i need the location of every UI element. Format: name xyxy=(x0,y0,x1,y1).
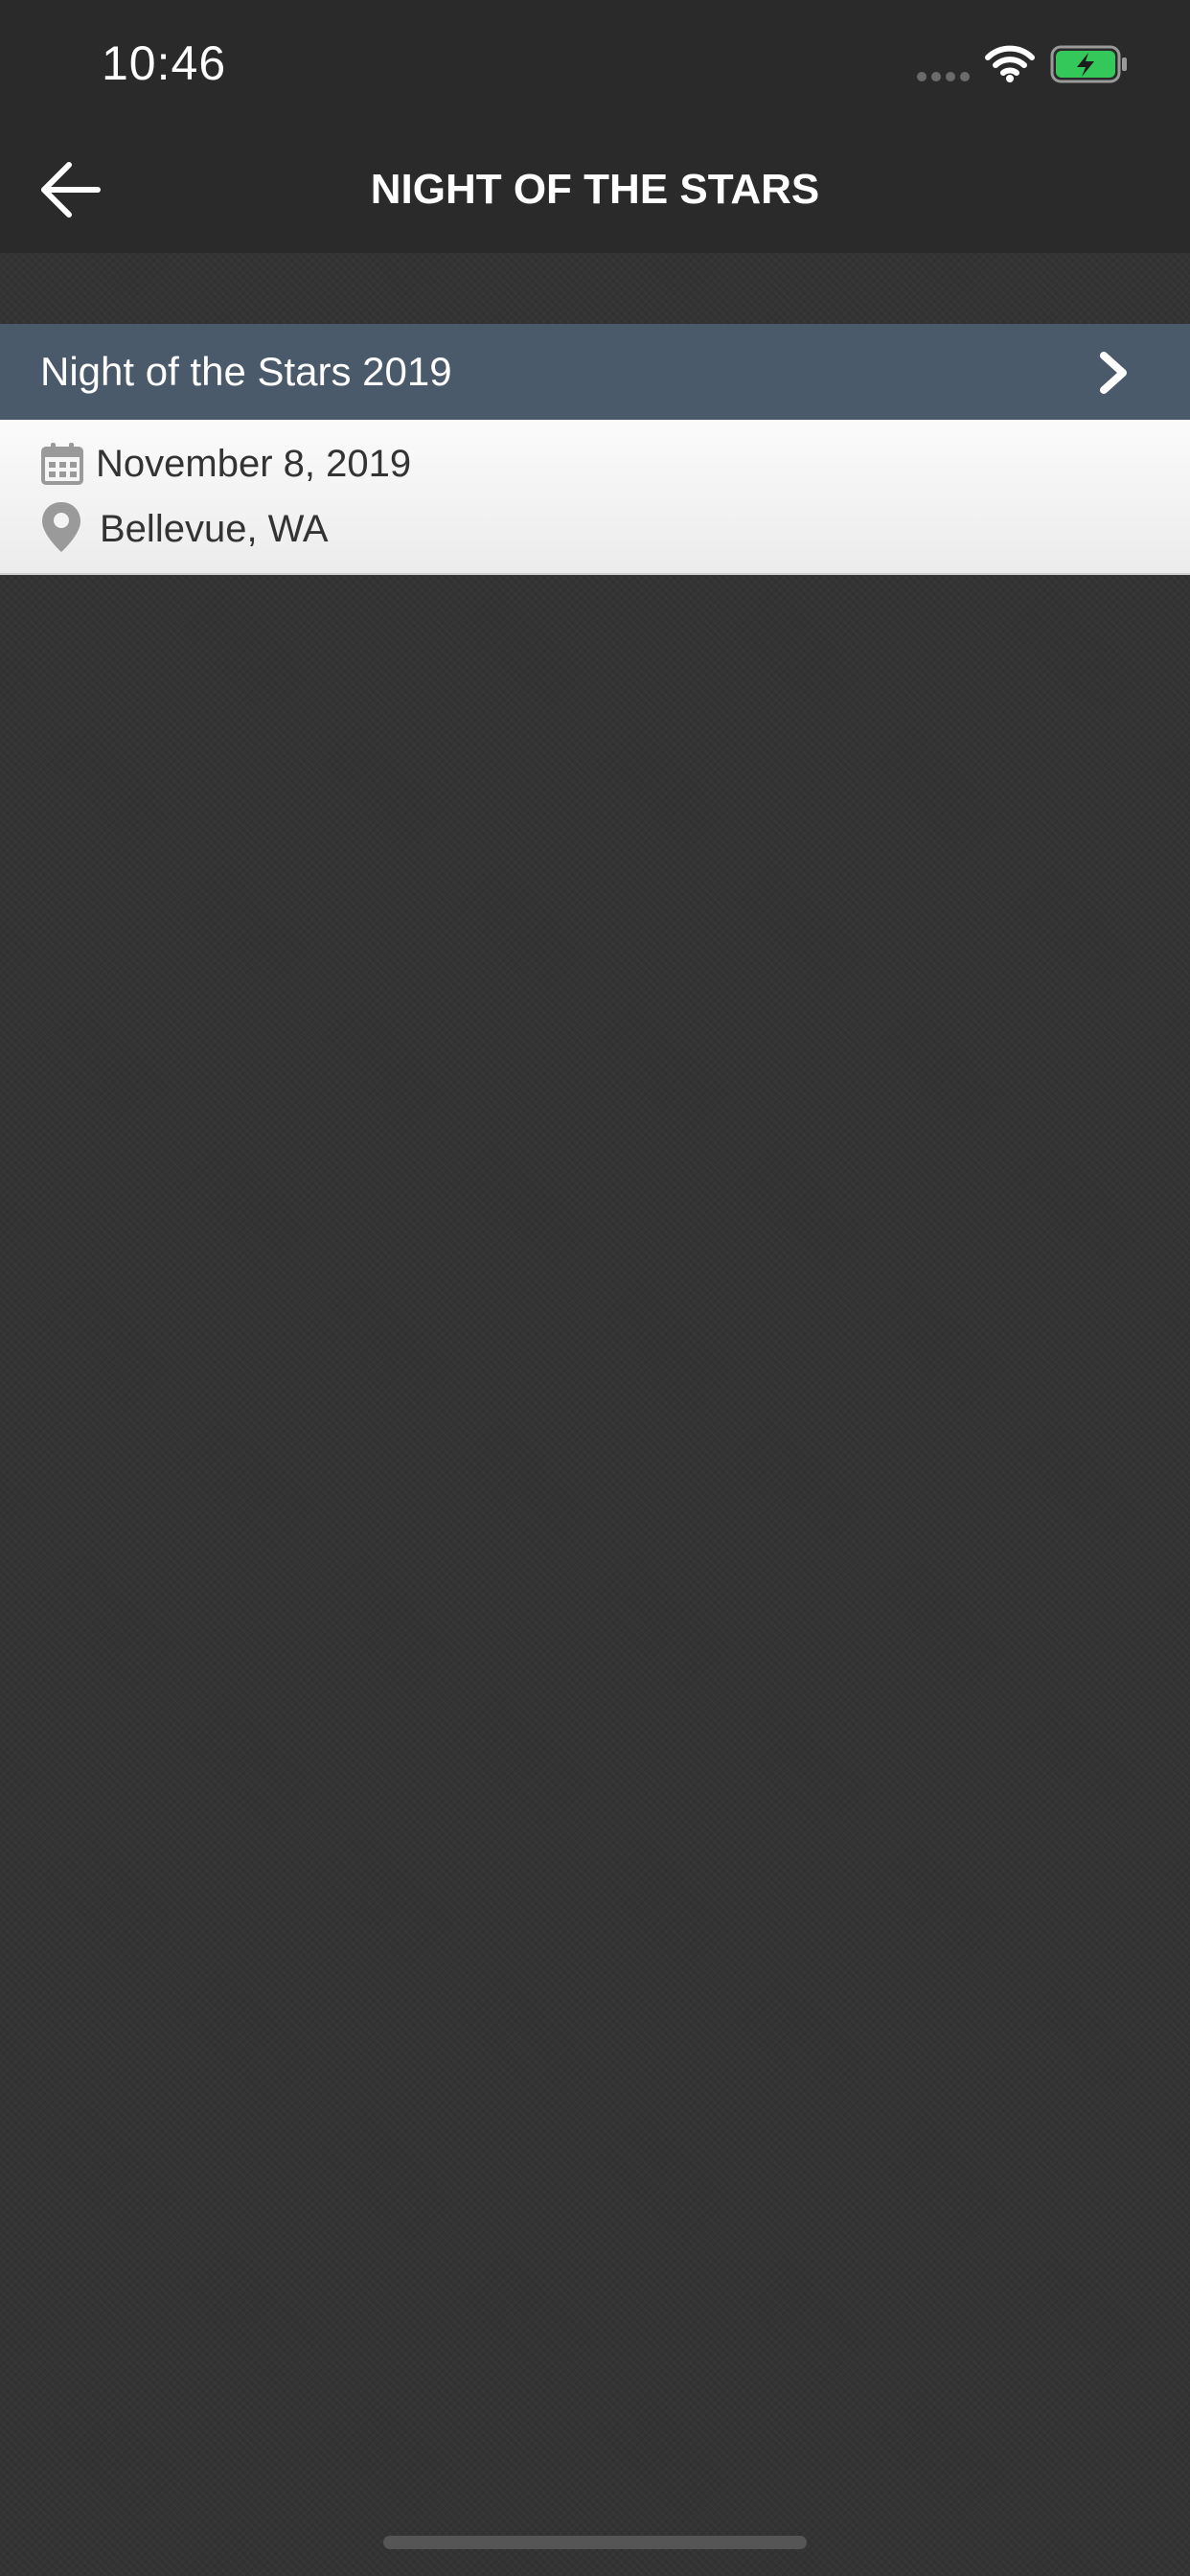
chevron-right-icon xyxy=(1100,352,1127,394)
page-title: NIGHT OF THE STARS xyxy=(370,166,820,213)
status-bar: 10:46 xyxy=(0,0,1190,126)
event-card[interactable]: Night of the Stars 2019 November 8, 2019 xyxy=(0,324,1190,575)
battery-charging-icon xyxy=(1050,45,1127,83)
signal-dots-icon xyxy=(917,72,970,81)
back-button[interactable] xyxy=(29,150,115,230)
nav-bar: NIGHT OF THE STARS xyxy=(0,126,1190,253)
arrow-left-icon xyxy=(41,162,101,218)
wifi-icon xyxy=(985,45,1035,82)
home-indicator[interactable] xyxy=(383,2536,807,2549)
event-title: Night of the Stars 2019 xyxy=(40,349,452,394)
status-time: 10:46 xyxy=(102,36,227,90)
map-pin-icon xyxy=(42,502,80,552)
calendar-icon xyxy=(41,443,83,485)
event-details: November 8, 2019 Bellevue, WA xyxy=(0,420,1190,575)
event-header[interactable]: Night of the Stars 2019 xyxy=(0,324,1190,420)
event-location: Bellevue, WA xyxy=(100,508,329,550)
event-date: November 8, 2019 xyxy=(96,443,412,485)
